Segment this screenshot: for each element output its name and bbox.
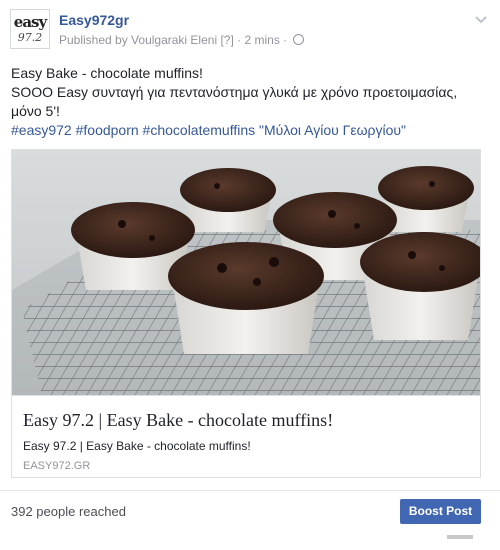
link-title[interactable]: Easy 97.2 | Easy Bake - chocolate muffin…	[23, 410, 333, 431]
published-by: Published by Voulgaraki Eleni	[59, 33, 218, 47]
facebook-post: easy 97.2 Easy972gr Published by Voulgar…	[0, 0, 500, 549]
post-text-line2: SOOO Easy συνταγή για πεντανόστημα γλυκά…	[11, 84, 458, 119]
link-description: Easy 97.2 | Easy Bake - chocolate muffin…	[23, 439, 251, 453]
boost-post-button[interactable]: Boost Post	[400, 499, 481, 524]
page-name-link[interactable]: Easy972gr	[59, 12, 129, 28]
post-text: Easy Bake - chocolate muffins! SOOO Easy…	[11, 64, 491, 140]
logo-text-line2: 97.2	[17, 31, 43, 44]
logo-text-line1: easy	[13, 13, 47, 31]
globe-icon[interactable]	[292, 34, 304, 45]
muffin-back-left	[180, 168, 276, 232]
post-hashtags[interactable]: #easy972 #foodporn #chocolatemuffins "Μύ…	[11, 121, 491, 140]
muffin-front-center	[168, 242, 324, 354]
link-preview-card[interactable]: Easy 97.2 | Easy Bake - chocolate muffin…	[11, 149, 481, 478]
muffin-front-right	[360, 232, 480, 340]
muffins-photo	[12, 150, 480, 395]
reach-count[interactable]: 392 people reached	[11, 504, 126, 519]
partial-logo-mark	[447, 535, 473, 539]
help-marker[interactable]: [?]	[220, 33, 233, 47]
page-avatar[interactable]: easy 97.2	[10, 9, 50, 49]
link-preview-info[interactable]: Easy 97.2 | Easy Bake - chocolate muffin…	[12, 395, 480, 477]
post-time[interactable]: 2 mins	[244, 33, 279, 47]
post-meta: Published by Voulgaraki Eleni [?] · 2 mi…	[59, 33, 304, 47]
post-footer: 392 people reached Boost Post	[0, 490, 500, 550]
meta-separator-2: ·	[283, 33, 288, 47]
link-domain: EASY972.GR	[23, 460, 91, 472]
link-preview-image[interactable]	[12, 150, 480, 395]
chevron-down-icon[interactable]	[474, 12, 488, 26]
post-header: easy 97.2 Easy972gr Published by Voulgar…	[10, 8, 490, 52]
post-text-line1: Easy Bake - chocolate muffins!	[11, 65, 203, 81]
meta-separator: ·	[237, 33, 242, 47]
